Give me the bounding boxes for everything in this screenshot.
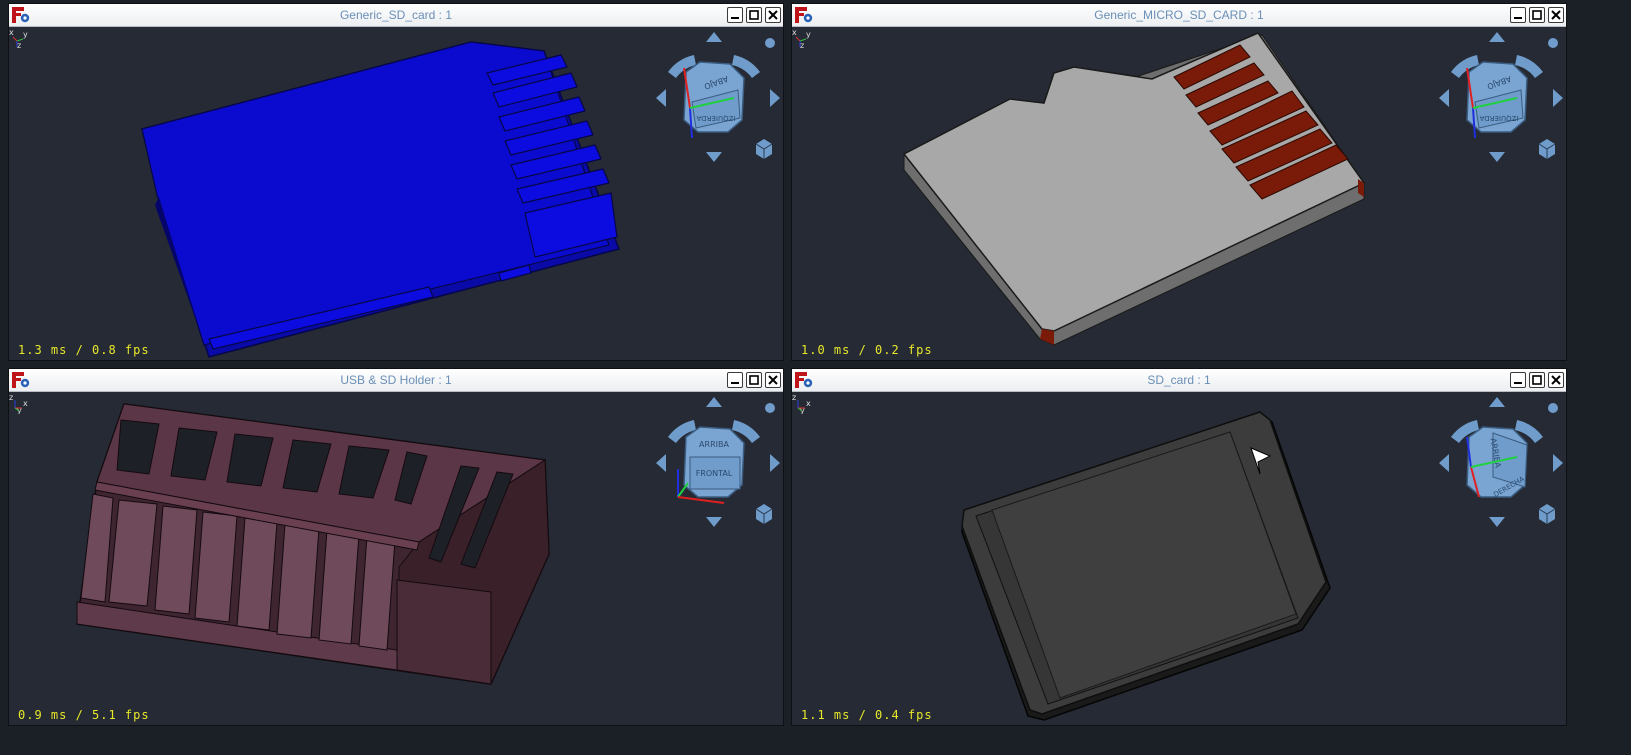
minimize-button[interactable] xyxy=(727,7,743,23)
triangle-arrow-icon[interactable] xyxy=(1489,397,1505,407)
small-cube-icon[interactable] xyxy=(755,504,773,524)
maximize-button[interactable] xyxy=(1529,372,1545,388)
3d-viewport[interactable]: ABAJO IZQUIERDA 1.0 ms / 0.2 fps x y z xyxy=(792,27,1566,360)
svg-text:x: x xyxy=(792,28,797,37)
svg-text:z: z xyxy=(17,41,21,49)
fps-counter: 1.0 ms / 0.2 fps xyxy=(801,343,933,357)
close-icon xyxy=(1551,375,1561,385)
triangle-arrow-icon[interactable] xyxy=(1553,454,1563,472)
svg-text:z: z xyxy=(800,41,804,49)
triangle-arrow-icon[interactable] xyxy=(706,152,722,162)
view-window-generic-sd-card: Generic_SD_card : 1 ABAJO IZQUIERDA 1.3 … xyxy=(8,3,784,361)
small-cube-icon[interactable] xyxy=(1538,139,1556,159)
minimize-icon xyxy=(731,382,739,384)
close-button[interactable] xyxy=(1548,7,1564,23)
svg-text:z: z xyxy=(9,393,13,402)
triangle-arrow-icon[interactable] xyxy=(656,454,666,472)
window-titlebar[interactable]: SD_card : 1 xyxy=(792,369,1566,392)
close-button[interactable] xyxy=(765,372,781,388)
window-title: Generic_MICRO_SD_CARD : 1 xyxy=(1094,8,1264,22)
close-button[interactable] xyxy=(1548,372,1564,388)
window-titlebar[interactable]: Generic_MICRO_SD_CARD : 1 xyxy=(792,4,1566,27)
maximize-icon xyxy=(749,10,759,20)
triangle-arrow-icon[interactable] xyxy=(1489,517,1505,527)
maximize-button[interactable] xyxy=(1529,7,1545,23)
navigation-cube[interactable]: ABAJO IZQUIERDA xyxy=(9,27,783,360)
maximize-icon xyxy=(1532,10,1542,20)
view-window-generic-micro-sd-card: Generic_MICRO_SD_CARD : 1 ABAJO IZQUIERD… xyxy=(791,3,1567,361)
window-titlebar[interactable]: Generic_SD_card : 1 xyxy=(9,4,783,27)
svg-text:y: y xyxy=(806,30,811,39)
window-title: SD_card : 1 xyxy=(1147,373,1211,387)
triangle-arrow-icon[interactable] xyxy=(706,397,722,407)
view-window-usb-sd-holder: USB & SD Holder : 1 ARRIBA FRONTAL 0.9 m… xyxy=(8,368,784,726)
navcube-front-label: FRONTAL xyxy=(696,469,733,478)
triangle-arrow-icon[interactable] xyxy=(1439,454,1449,472)
triangle-arrow-icon[interactable] xyxy=(656,89,666,107)
triangle-arrow-icon[interactable] xyxy=(1553,89,1563,107)
window-title: Generic_SD_card : 1 xyxy=(339,8,453,22)
window-title: USB & SD Holder : 1 xyxy=(340,373,452,387)
svg-text:z: z xyxy=(792,393,796,402)
navcube-front-label: IZQUIERDA xyxy=(696,114,735,122)
close-icon xyxy=(768,375,778,385)
small-cube-icon[interactable] xyxy=(755,139,773,159)
fps-counter: 0.9 ms / 5.1 fps xyxy=(18,708,150,722)
maximize-button[interactable] xyxy=(746,372,762,388)
3d-viewport[interactable]: ABAJO IZQUIERDA 1.3 ms / 0.8 fps x y z xyxy=(9,27,783,360)
close-icon xyxy=(768,10,778,20)
minimize-button[interactable] xyxy=(1510,7,1526,23)
svg-text:x: x xyxy=(23,399,28,408)
triangle-arrow-icon[interactable] xyxy=(1439,89,1449,107)
maximize-icon xyxy=(749,375,759,385)
navcube-top-label: ARRIBA xyxy=(699,440,729,449)
axis-cross-icon: x y z xyxy=(792,28,811,49)
minimize-button[interactable] xyxy=(727,372,743,388)
3d-viewport[interactable]: ARRIBA DERECHA 1.1 ms / 0.4 fps z x y xyxy=(792,392,1566,725)
axis-cross-icon: z x y xyxy=(792,393,811,414)
fps-counter: 1.1 ms / 0.4 fps xyxy=(801,708,933,722)
maximize-button[interactable] xyxy=(746,7,762,23)
fps-counter: 1.3 ms / 0.8 fps xyxy=(18,343,150,357)
svg-text:x: x xyxy=(9,28,14,37)
navigation-cube[interactable]: ARRIBA DERECHA xyxy=(792,392,1566,725)
svg-text:y: y xyxy=(23,30,28,39)
view-window-sd-card: SD_card : 1 ARRIBA DERECHA 1.1 ms / 0.4 … xyxy=(791,368,1567,726)
triangle-arrow-icon[interactable] xyxy=(706,517,722,527)
3d-viewport[interactable]: ARRIBA FRONTAL 0.9 ms / 5.1 fps z x y xyxy=(9,392,783,725)
maximize-icon xyxy=(1532,375,1542,385)
close-icon xyxy=(1551,10,1561,20)
navcube-front-label: IZQUIERDA xyxy=(1479,114,1518,122)
svg-text:x: x xyxy=(806,399,811,408)
axis-cross-icon: x y z xyxy=(9,28,28,49)
triangle-arrow-icon[interactable] xyxy=(1489,152,1505,162)
minimize-icon xyxy=(1514,382,1522,384)
triangle-arrow-icon[interactable] xyxy=(1489,32,1505,42)
navigation-cube[interactable]: ABAJO IZQUIERDA xyxy=(792,27,1566,360)
window-titlebar[interactable]: USB & SD Holder : 1 xyxy=(9,369,783,392)
navigation-cube[interactable]: ARRIBA FRONTAL xyxy=(9,392,783,725)
triangle-arrow-icon[interactable] xyxy=(770,454,780,472)
close-button[interactable] xyxy=(765,7,781,23)
triangle-arrow-icon[interactable] xyxy=(770,89,780,107)
triangle-arrow-icon[interactable] xyxy=(706,32,722,42)
minimize-icon xyxy=(731,17,739,19)
minimize-button[interactable] xyxy=(1510,372,1526,388)
axis-cross-icon: z x y xyxy=(9,393,28,414)
small-cube-icon[interactable] xyxy=(1538,504,1556,524)
minimize-icon xyxy=(1514,17,1522,19)
